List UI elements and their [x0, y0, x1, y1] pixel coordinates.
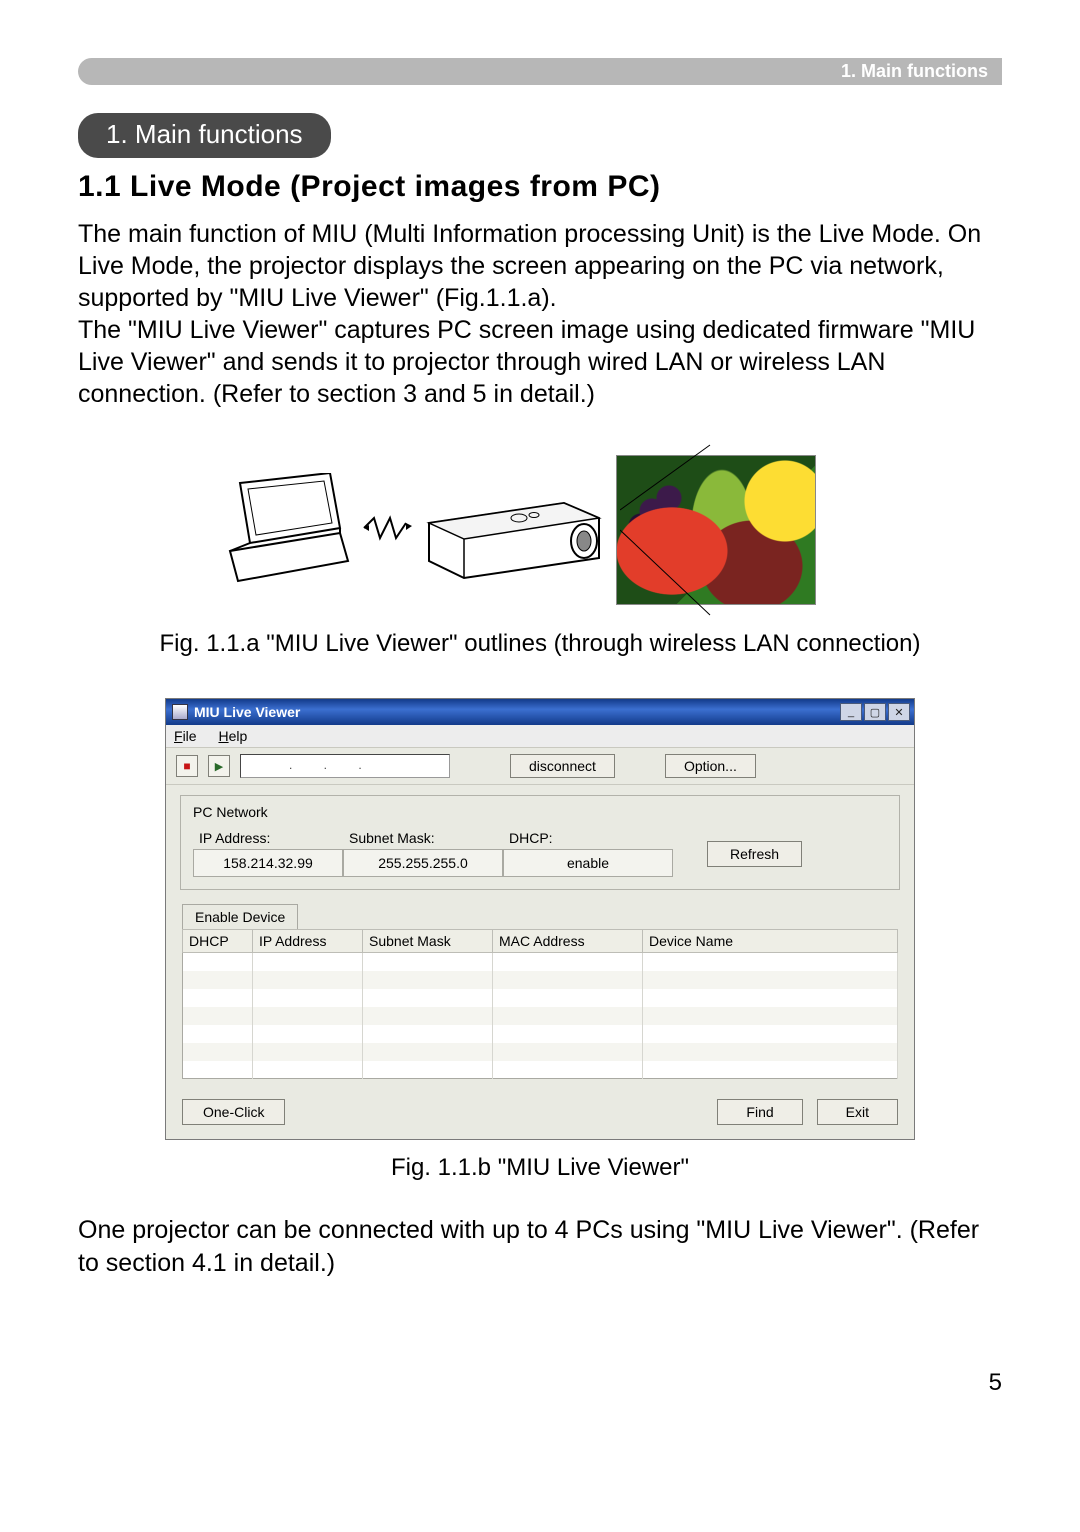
exit-button[interactable]: Exit	[817, 1099, 898, 1125]
subnet-mask-value: 255.255.255.0	[343, 849, 503, 877]
device-tabbar: Enable Device	[182, 904, 898, 929]
table-row[interactable]	[183, 1025, 898, 1043]
projection-beam-icon	[620, 440, 720, 620]
minimize-button[interactable]: _	[840, 703, 862, 721]
table-row[interactable]	[183, 1043, 898, 1061]
refresh-button[interactable]: Refresh	[707, 841, 802, 867]
chapter-pill: 1. Main functions	[78, 113, 331, 158]
col-dhcp[interactable]: DHCP	[183, 930, 253, 953]
ip-entry-field[interactable]: . . .	[240, 754, 450, 778]
pc-network-legend: PC Network	[193, 804, 268, 820]
menu-file[interactable]: File	[174, 728, 197, 744]
stop-button[interactable]: ■	[176, 755, 198, 777]
laptop-icon	[220, 473, 350, 588]
subnet-mask-label: Subnet Mask:	[343, 830, 503, 846]
chapter-pill-text: 1. Main functions	[106, 119, 303, 149]
tab-enable-device[interactable]: Enable Device	[182, 904, 298, 929]
intro-paragraph: The main function of MIU (Multi Informat…	[78, 218, 1002, 410]
figure-1-1-a-diagram	[220, 440, 860, 620]
table-row[interactable]	[183, 953, 898, 971]
option-button[interactable]: Option...	[665, 754, 756, 778]
menubar: File Help	[166, 725, 914, 748]
table-row[interactable]	[183, 971, 898, 989]
header-bar: 1. Main functions	[78, 58, 1002, 85]
window-title: MIU Live Viewer	[194, 704, 840, 720]
titlebar: MIU Live Viewer _ ▢ ✕	[166, 699, 914, 725]
table-row[interactable]	[183, 989, 898, 1007]
wireless-icon	[362, 513, 412, 548]
bottom-button-row: One-Click Find Exit	[166, 1079, 914, 1139]
section-heading: 1.1 Live Mode (Project images from PC)	[78, 170, 1002, 204]
page-number: 5	[78, 1369, 1002, 1397]
header-right-text: 1. Main functions	[841, 61, 988, 82]
col-name[interactable]: Device Name	[643, 930, 898, 953]
disconnect-button[interactable]: disconnect	[510, 754, 615, 778]
miu-live-viewer-window: MIU Live Viewer _ ▢ ✕ File Help ■ ▶ . . …	[165, 698, 915, 1140]
ip-address-value: 158.214.32.99	[193, 849, 343, 877]
footer-paragraph: One projector can be connected with up t…	[78, 1214, 1002, 1279]
figure-1-1-a-caption: Fig. 1.1.a "MIU Live Viewer" outlines (t…	[78, 630, 1002, 658]
pc-network-panel: PC Network IP Address: 158.214.32.99 Sub…	[180, 795, 900, 890]
menu-help[interactable]: Help	[218, 728, 247, 744]
maximize-button[interactable]: ▢	[864, 703, 886, 721]
device-table: DHCP IP Address Subnet Mask MAC Address …	[182, 929, 898, 1079]
toolbar: ■ ▶ . . . disconnect Option...	[166, 748, 914, 785]
play-button[interactable]: ▶	[208, 755, 230, 777]
ip-address-label: IP Address:	[193, 830, 343, 846]
close-button[interactable]: ✕	[888, 703, 910, 721]
col-ip[interactable]: IP Address	[253, 930, 363, 953]
find-button[interactable]: Find	[717, 1099, 802, 1125]
table-row[interactable]	[183, 1061, 898, 1079]
dhcp-label: DHCP:	[503, 830, 673, 846]
col-mac[interactable]: MAC Address	[493, 930, 643, 953]
projector-icon	[424, 473, 604, 588]
table-row[interactable]	[183, 1007, 898, 1025]
one-click-button[interactable]: One-Click	[182, 1099, 285, 1125]
col-subnet[interactable]: Subnet Mask	[363, 930, 493, 953]
figure-1-1-b-caption: Fig. 1.1.b "MIU Live Viewer"	[78, 1154, 1002, 1182]
dhcp-value: enable	[503, 849, 673, 877]
app-icon	[172, 704, 188, 720]
